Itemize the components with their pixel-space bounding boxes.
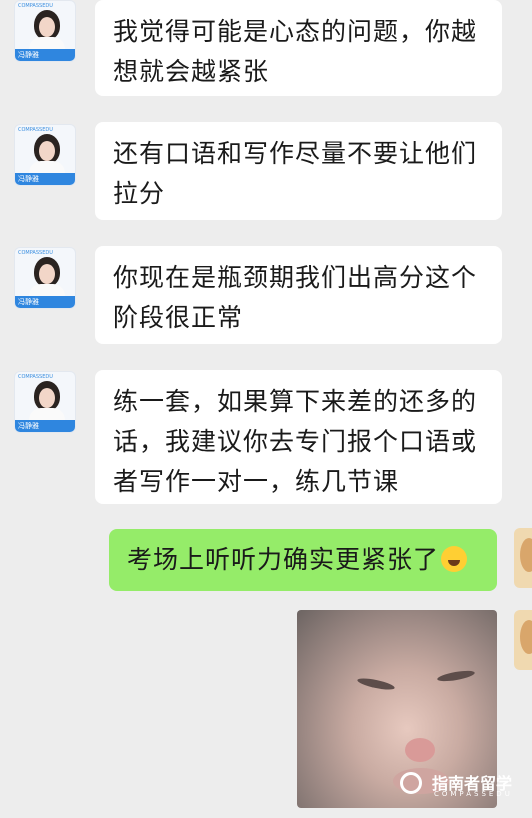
outgoing-message-text: 考场上听听力确实更紧张了 <box>127 545 440 574</box>
avatar-logo: COMPASSEDU <box>18 374 53 380</box>
watermark-logo-icon <box>400 772 422 794</box>
outgoing-message-bubble[interactable]: 考场上听听力确实更紧张了 <box>109 529 497 591</box>
advisor-avatar[interactable]: COMPASSEDU 冯静雅 <box>14 124 76 186</box>
advisor-avatar[interactable]: COMPASSEDU 冯静雅 <box>14 0 76 62</box>
laughing-crying-emoji-icon <box>441 546 468 572</box>
message-bubble[interactable]: 练一套，如果算下来差的还多的话，我建议你去专门报个口语或者写作一对一，练几节课 <box>95 370 502 504</box>
user-avatar[interactable] <box>514 610 532 670</box>
advisor-avatar[interactable]: COMPASSEDU 冯静雅 <box>14 247 76 309</box>
user-avatar[interactable] <box>514 528 532 588</box>
avatar-logo: COMPASSEDU <box>18 127 53 133</box>
message-bubble[interactable]: 你现在是瓶颈期我们出高分这个阶段很正常 <box>95 246 502 344</box>
message-bubble[interactable]: 还有口语和写作尽量不要让他们拉分 <box>95 122 502 220</box>
watermark-subtext: COMPASSEDU <box>434 790 513 798</box>
message-bubble[interactable]: 我觉得可能是心态的问题，你越想就会越紧张 <box>95 0 502 96</box>
avatar-name-band: 冯静雅 <box>15 49 75 61</box>
avatar-name-band: 冯静雅 <box>15 420 75 432</box>
avatar-logo: COMPASSEDU <box>18 250 53 256</box>
avatar-name-band: 冯静雅 <box>15 296 75 308</box>
avatar-logo: COMPASSEDU <box>18 3 53 9</box>
advisor-avatar[interactable]: COMPASSEDU 冯静雅 <box>14 371 76 433</box>
avatar-name-band: 冯静雅 <box>15 173 75 185</box>
